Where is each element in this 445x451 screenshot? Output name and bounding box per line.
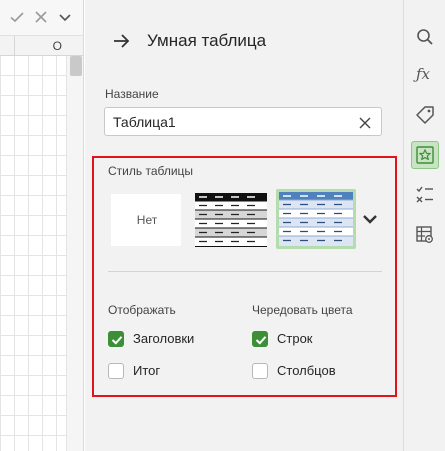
- panel-header: Умная таблица: [85, 0, 403, 80]
- rows-checkbox[interactable]: [252, 331, 268, 347]
- total-checkbox-option[interactable]: Итог: [108, 363, 218, 383]
- function-icon: ƒx: [416, 65, 431, 83]
- spreadsheet-area: O: [0, 0, 84, 451]
- checklist-icon: [416, 186, 433, 203]
- name-input[interactable]: [113, 108, 349, 135]
- name-field[interactable]: [104, 107, 382, 136]
- headers-label: Заголовки: [133, 331, 195, 346]
- table-style-button[interactable]: [411, 141, 439, 169]
- table-settings-button[interactable]: [411, 221, 439, 249]
- rows-label: Строк: [277, 331, 313, 346]
- scrollbar-thumb[interactable]: [70, 56, 82, 76]
- right-toolbar: ƒx: [403, 0, 445, 451]
- smart-table-panel: Умная таблица Название Стиль таблицы Нет: [85, 0, 403, 451]
- alternate-colors-heading: Чередовать цвета: [252, 303, 353, 317]
- search-icon: [417, 29, 433, 45]
- confirm-check-icon[interactable]: [8, 8, 26, 26]
- column-header[interactable]: O: [0, 36, 83, 56]
- headers-checkbox[interactable]: [108, 331, 124, 347]
- more-styles-chevron-icon[interactable]: [362, 213, 378, 225]
- style-blue-option[interactable]: [276, 189, 356, 249]
- rows-checkbox-option[interactable]: Строк: [252, 331, 362, 351]
- table-style-section: Стиль таблицы Нет Отображать Чередовать …: [92, 156, 397, 397]
- display-heading: Отображать: [108, 303, 176, 317]
- tag-icon: [416, 106, 434, 124]
- columns-label: Столбцов: [277, 363, 336, 378]
- style-dark-option[interactable]: [195, 193, 267, 247]
- style-none-label: Нет: [136, 213, 158, 227]
- table-style-label: Стиль таблицы: [108, 164, 194, 178]
- total-checkbox[interactable]: [108, 363, 124, 379]
- name-field-label: Название: [105, 87, 159, 101]
- table-settings-icon: [416, 226, 433, 243]
- style-none-option[interactable]: Нет: [110, 193, 182, 247]
- formula-bar: [0, 0, 83, 36]
- tag-button[interactable]: [411, 101, 439, 129]
- back-arrow-icon[interactable]: [111, 31, 131, 51]
- chevron-down-icon[interactable]: [56, 8, 74, 26]
- column-separator: [14, 36, 15, 56]
- page-title: Умная таблица: [147, 31, 267, 50]
- total-label: Итог: [133, 363, 161, 378]
- checklist-button[interactable]: [411, 181, 439, 209]
- cell-grid[interactable]: [0, 56, 66, 451]
- vertical-scrollbar[interactable]: [66, 56, 83, 451]
- columns-checkbox-option[interactable]: Столбцов: [252, 363, 362, 383]
- search-button[interactable]: [411, 23, 439, 51]
- clear-icon[interactable]: [359, 116, 371, 129]
- star-icon: [416, 146, 434, 164]
- column-letter: O: [52, 39, 62, 53]
- cancel-x-icon[interactable]: [32, 8, 50, 26]
- function-button[interactable]: ƒx: [411, 62, 439, 90]
- divider: [108, 271, 382, 272]
- columns-checkbox[interactable]: [252, 363, 268, 379]
- headers-checkbox-option[interactable]: Заголовки: [108, 331, 218, 351]
